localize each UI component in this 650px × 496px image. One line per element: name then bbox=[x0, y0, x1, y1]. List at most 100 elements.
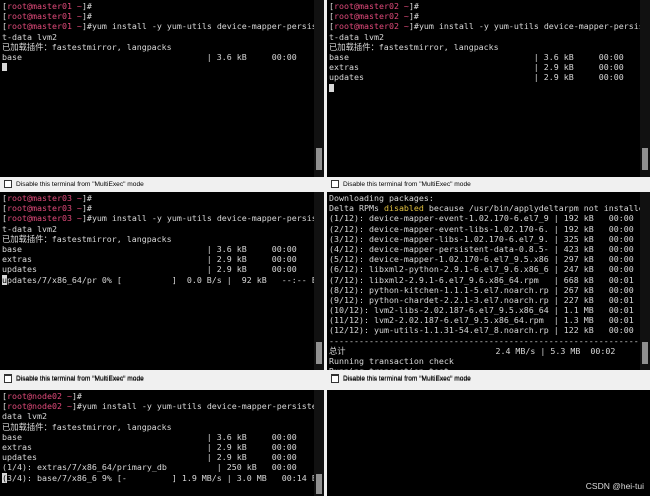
prompt-host: root@master02 ~ bbox=[334, 11, 409, 22]
terminal-line: (8/12): python-kitchen-1.1.1-5.el7.noarc… bbox=[329, 285, 640, 295]
terminal-pane-node01[interactable]: Downloading packages: Delta RPMs disabled… bbox=[327, 192, 650, 386]
output-text: t-data lvm2 bbox=[329, 31, 384, 42]
terminal-line: extras | 2.9 kB 00:00 bbox=[2, 254, 314, 264]
output-text: (10/12): lvm2-libs-2.02.187-6.el7_9.5.x8… bbox=[329, 305, 634, 316]
scrollbar-thumb[interactable] bbox=[316, 342, 322, 364]
terminal-line: (1/4): extras/7/x86_64/primary_db | 250 … bbox=[2, 462, 314, 472]
terminal-line: ----------------------------------------… bbox=[329, 336, 650, 346]
output-text: updates | 2.9 kB 00:00 bbox=[329, 72, 624, 83]
scrollbar[interactable] bbox=[314, 0, 324, 177]
multiexec-checkbox[interactable] bbox=[331, 180, 339, 188]
cursor bbox=[329, 83, 334, 92]
terminal-line: (10/12): lvm2-libs-2.02.187-6.el7_9.5.x8… bbox=[329, 305, 640, 315]
terminal-line: Running transaction test bbox=[329, 366, 640, 370]
terminal-line: Delta RPMs disabled because /usr/bin/app… bbox=[329, 203, 650, 213]
scrollbar[interactable] bbox=[314, 390, 324, 496]
output-text: Running transaction test bbox=[329, 366, 449, 370]
terminal-line: data lvm2 bbox=[2, 411, 314, 421]
terminal-line: Downloading packages: bbox=[329, 193, 640, 203]
terminal-pane-node02[interactable]: [root@node02 ~]# [root@node02 ~]#yum inst… bbox=[0, 386, 324, 496]
multiexec-checkbox[interactable] bbox=[331, 375, 339, 383]
multiexec-checkbox[interactable] bbox=[4, 180, 12, 188]
terminal-pane-master03[interactable]: [root@master03 ~]# [root@master03 ~]# [roo… bbox=[0, 192, 324, 386]
scrollbar-thumb[interactable] bbox=[316, 474, 322, 494]
terminal-lines: Downloading packages: Delta RPMs disabled… bbox=[329, 193, 650, 370]
terminal-line: [root@master02 ~]# bbox=[329, 11, 640, 21]
terminal-pane-empty[interactable]: CSDN @hei-tui bbox=[327, 386, 650, 496]
scrollbar-thumb[interactable] bbox=[316, 148, 322, 170]
terminal-line: (5/12): device-mapper-1.02.170-6.el7_9.5… bbox=[329, 254, 640, 264]
terminal-output[interactable]: Downloading packages: Delta RPMs disabled… bbox=[327, 192, 650, 370]
output-text: (1/4): extras/7/x86_64/primary_db | 250 … bbox=[2, 462, 297, 473]
scrollbar[interactable] bbox=[640, 0, 650, 177]
terminal-line: (3/12): device-mapper-libs-1.02.170-6.el… bbox=[329, 234, 640, 244]
terminal-line: base | 3.6 kB 00:00 bbox=[2, 432, 314, 442]
output-text: data lvm2 bbox=[2, 411, 47, 422]
prompt-host: root@master02 ~ bbox=[334, 1, 409, 11]
output-text: ----------------------------------------… bbox=[329, 335, 650, 346]
terminal-pane-master01[interactable]: [root@master01 ~]# [root@master01 ~]# [roo… bbox=[0, 0, 324, 192]
terminal-line: 已加载插件：fastestmirror, langpacks bbox=[329, 42, 640, 52]
terminal-line: 已加载插件：fastestmirror, langpacks bbox=[2, 422, 314, 432]
output-text: 已加载插件：fastestmirror, langpacks bbox=[329, 41, 499, 52]
output-text: t-data lvm2 bbox=[2, 223, 57, 234]
terminal-line: updates | 2.9 kB 00:00 bbox=[2, 264, 314, 274]
prompt-host: root@master02 ~ bbox=[334, 21, 409, 32]
scrollbar-thumb[interactable] bbox=[642, 148, 648, 170]
prompt-bracket: ]# bbox=[408, 21, 419, 32]
prompt-bracket: ]# bbox=[408, 1, 419, 11]
output-text: t-data lvm2 bbox=[2, 31, 57, 42]
terminal-line: updates | 2.9 kB 00:00 bbox=[2, 452, 314, 462]
prompt-bracket: ]# bbox=[71, 401, 82, 412]
terminal-line: extras | 2.9 kB 00:00 bbox=[329, 62, 640, 72]
output-text: (2/12): device-mapper-event-libs-1.02.17… bbox=[329, 223, 634, 234]
terminal-line: (1/12): device-mapper-event-1.02.170-6.e… bbox=[329, 213, 640, 223]
terminal-line: [root@master03 ~]# bbox=[2, 193, 314, 203]
multiexec-option[interactable]: Disable this terminal from "MultiExec" m… bbox=[331, 178, 471, 190]
terminal-output[interactable]: [root@master03 ~]# [root@master03 ~]# [roo… bbox=[0, 192, 324, 370]
output-text: (5/12): device-mapper-1.02.170-6.el7_9.5… bbox=[329, 254, 634, 265]
output-text: updates | 2.9 kB 00:00 bbox=[2, 452, 297, 463]
terminal-line: 已加载插件：fastestmirror, langpacks bbox=[2, 234, 314, 244]
multiexec-checkbox[interactable] bbox=[4, 375, 12, 383]
output-text: extras | 2.9 kB 00:00 bbox=[2, 441, 297, 452]
output-text: 已加载插件：fastestmirror, langpacks bbox=[2, 421, 172, 432]
terminal-line: t-data lvm2 bbox=[2, 224, 314, 234]
prompt-host: root@master03 ~ bbox=[7, 193, 82, 203]
terminal-output[interactable]: [root@master02 ~]# [root@master02 ~]# [roo… bbox=[327, 0, 650, 177]
terminal-line: [root@master01 ~]#yum install -y yum-uti… bbox=[2, 21, 324, 32]
output-text: (6/12): libxml2-python-2.9.1-6.el7_9.6.x… bbox=[329, 264, 634, 275]
terminal-pane-master02[interactable]: [root@master02 ~]# [root@master02 ~]# [roo… bbox=[327, 0, 650, 192]
multiexec-option[interactable]: Disable this terminal from "MultiExec" m… bbox=[4, 178, 144, 190]
terminal-output[interactable]: [root@node02 ~]# [root@node02 ~]#yum inst… bbox=[0, 390, 324, 496]
terminal-line: [root@node02 ~]#yum install -y yum-utils… bbox=[2, 401, 324, 412]
prompt-bracket: ]# bbox=[408, 11, 419, 22]
scrollbar-thumb[interactable] bbox=[642, 342, 648, 364]
prompt-bracket: ]# bbox=[81, 1, 92, 11]
prompt-bracket: ]# bbox=[81, 11, 92, 22]
output-text: base | 3.6 kB 00:00 bbox=[2, 243, 297, 254]
terminal-output[interactable]: [root@master01 ~]# [root@master01 ~]# [roo… bbox=[0, 0, 324, 177]
prompt-host: root@master01 ~ bbox=[7, 11, 82, 22]
terminal-line: extras | 2.9 kB 00:00 bbox=[2, 442, 314, 452]
terminal-line: (6/12): libxml2-python-2.9.1-6.el7_9.6.x… bbox=[329, 264, 640, 274]
scrollbar[interactable] bbox=[640, 192, 650, 370]
prompt-bracket: ]# bbox=[81, 21, 92, 32]
terminal-line: [root@master03 ~]#yum install -y yum-uti… bbox=[2, 213, 324, 223]
terminal-lines: [root@node02 ~]# [root@node02 ~]#yum inst… bbox=[2, 391, 324, 483]
prompt-host: root@master01 ~ bbox=[7, 21, 82, 32]
output-text: (12/12): yum-utils-1.1.31-54.el7_8.noarc… bbox=[329, 325, 634, 336]
terminal-line: t-data lvm2 bbox=[2, 32, 314, 42]
output-text: (3/12): device-mapper-libs-1.02.170-6.el… bbox=[329, 233, 634, 244]
watermark: CSDN @hei-tui bbox=[585, 481, 644, 491]
output-text: 总计 2.4 MB/s | 5.3 MB 00:02 bbox=[329, 345, 616, 356]
output-text: Downloading packages: bbox=[329, 193, 434, 203]
terminal-line: 总计 2.4 MB/s | 5.3 MB 00:02 bbox=[329, 346, 640, 356]
output-text: (4/12): device-mapper-persistent-data-0.… bbox=[329, 243, 634, 254]
scrollbar[interactable] bbox=[314, 192, 324, 370]
terminal-line: [root@master02 ~]# bbox=[329, 1, 640, 11]
multiexec-option[interactable]: Disable this terminal from "MultiExec" m… bbox=[331, 373, 471, 385]
output-text: pdates/7/x86_64/pr 0% [ ] 0.0 B/s | 92 k… bbox=[7, 274, 324, 285]
multiexec-option[interactable]: Disable this terminal from "MultiExec" m… bbox=[4, 373, 144, 385]
terminal-line: updates | 2.9 kB 00:00 bbox=[329, 72, 640, 82]
